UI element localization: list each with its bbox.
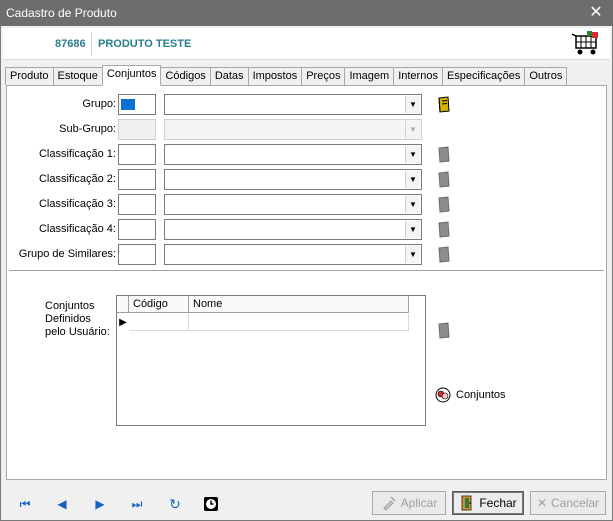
next-record-icon[interactable]: ▶ — [90, 495, 110, 513]
classificacao-3-code-input[interactable] — [118, 194, 156, 215]
book-icon[interactable] — [437, 171, 451, 189]
book-icon[interactable] — [437, 221, 451, 239]
grupo-select[interactable]: ▼ — [164, 94, 422, 115]
cancel-button[interactable]: ✕ Cancelar — [530, 491, 606, 515]
row-classificacao-3: Classificação 3: ▼ — [7, 194, 606, 216]
book-icon[interactable] — [437, 196, 451, 214]
refresh-icon[interactable]: ↻ — [165, 495, 185, 513]
grid-cell-nome[interactable] — [189, 314, 409, 331]
tab-datas[interactable]: Datas — [209, 67, 249, 85]
chevron-down-icon[interactable]: ▼ — [405, 171, 420, 188]
close-icon[interactable]: ✕ — [587, 4, 605, 22]
shopping-cart-icon — [572, 31, 598, 55]
previous-record-icon[interactable]: ◀ — [52, 495, 72, 513]
chevron-down-icon[interactable]: ▼ — [405, 246, 420, 263]
chevron-down-icon[interactable]: ▼ — [405, 146, 420, 163]
title-bar: Cadastro de Produto ✕ — [0, 0, 613, 26]
classificacao-4-label: Classificação 4: — [38, 223, 116, 235]
row-grupo-similares: Grupo de Similares: ▼ — [7, 244, 606, 266]
row-subgrupo: Sub-Grupo: ▼ — [7, 119, 606, 141]
tab-internos[interactable]: Internos — [393, 67, 443, 85]
classificacao-1-label: Classificação 1: — [38, 148, 116, 160]
conjuntos-panel: Grupo: ▼ Sub-Grupo: ▼ Classificação 1: ▼… — [6, 85, 607, 480]
user-sets-grid[interactable]: Código Nome ▶ — [116, 295, 426, 426]
clock-icon[interactable] — [203, 496, 219, 512]
grid-header-nome[interactable]: Nome — [189, 296, 409, 313]
tab-codigos[interactable]: Códigos — [160, 67, 211, 85]
conjuntos-button[interactable]: Conjuntos — [435, 387, 506, 403]
footer-bar: ⏮ ◀ ▶ ⏭ ↻ Aplicar Fechar ✕ Cancelar — [1, 487, 612, 521]
tab-impostos[interactable]: Impostos — [247, 67, 303, 85]
apply-button[interactable]: Aplicar — [372, 491, 446, 515]
user-sets-label: Conjuntos Definidos pelo Usuário: — [45, 300, 110, 338]
door-icon — [461, 495, 472, 511]
classificacao-2-label: Classificação 2: — [38, 173, 116, 185]
tab-especificacoes[interactable]: Especificações — [441, 67, 526, 85]
classificacao-3-select[interactable]: ▼ — [164, 194, 422, 215]
grid-header-codigo[interactable]: Código — [129, 296, 189, 313]
tab-precos[interactable]: Preços — [301, 67, 346, 85]
book-icon[interactable] — [437, 322, 451, 340]
classificacao-2-select[interactable]: ▼ — [164, 169, 422, 190]
tab-conjuntos[interactable]: Conjuntos — [101, 65, 162, 86]
grid-corner-header — [117, 296, 129, 313]
window-title: Cadastro de Produto — [6, 6, 117, 20]
tab-outros[interactable]: Outros — [524, 67, 568, 85]
grupo-code-input[interactable] — [118, 94, 156, 115]
grupo-label: Grupo: — [82, 98, 116, 110]
tab-produto[interactable]: Produto — [5, 67, 54, 85]
classificacao-2-code-input[interactable] — [118, 169, 156, 190]
row-classificacao-2: Classificação 2: ▼ — [7, 169, 606, 191]
header-separator — [91, 32, 92, 56]
book-icon[interactable] — [437, 96, 451, 114]
classificacao-4-code-input[interactable] — [118, 219, 156, 240]
chevron-down-icon[interactable]: ▼ — [405, 196, 420, 213]
grupo-similares-label: Grupo de Similares: — [18, 248, 116, 260]
chevron-down-icon[interactable]: ▼ — [405, 96, 420, 113]
classificacao-3-label: Classificação 3: — [38, 198, 116, 210]
section-divider — [9, 270, 604, 272]
book-icon[interactable] — [437, 146, 451, 164]
row-classificacao-1: Classificação 1: ▼ — [7, 144, 606, 166]
subgrupo-label: Sub-Grupo: — [59, 123, 116, 135]
chevron-down-icon[interactable]: ▼ — [405, 221, 420, 238]
tab-imagem[interactable]: Imagem — [344, 67, 395, 85]
row-grupo: Grupo: ▼ — [7, 94, 606, 116]
product-header: 87686 PRODUTO TESTE — [3, 28, 610, 60]
grupo-similares-code-input[interactable] — [118, 244, 156, 265]
book-icon[interactable] — [437, 246, 451, 264]
conjuntos-button-label: Conjuntos — [456, 389, 506, 401]
chevron-down-icon[interactable]: ▼ — [405, 121, 420, 138]
classificacao-1-select[interactable]: ▼ — [164, 144, 422, 165]
tab-estoque[interactable]: Estoque — [52, 67, 103, 85]
classificacao-1-code-input[interactable] — [118, 144, 156, 165]
product-code: 87686 — [55, 38, 86, 50]
subgrupo-select[interactable]: ▼ — [164, 119, 422, 140]
classificacao-4-select[interactable]: ▼ — [164, 219, 422, 240]
row-classificacao-4: Classificação 4: ▼ — [7, 219, 606, 241]
product-window: 87686 PRODUTO TESTE Produto Estoque Conj… — [0, 26, 613, 521]
apply-icon — [382, 496, 396, 511]
tab-strip: Produto Estoque Conjuntos Códigos Datas … — [5, 65, 568, 86]
product-name: PRODUTO TESTE — [98, 38, 192, 50]
close-button[interactable]: Fechar — [452, 491, 524, 515]
last-record-icon[interactable]: ⏭ — [127, 495, 147, 513]
first-record-icon[interactable]: ⏮ — [15, 495, 35, 513]
row-indicator-icon: ▶ — [119, 317, 127, 328]
grid-cell-codigo[interactable] — [129, 314, 189, 331]
subgrupo-code-input[interactable] — [118, 119, 156, 140]
sets-icon — [435, 387, 451, 403]
cancel-icon: ✕ — [536, 496, 548, 510]
grupo-similares-select[interactable]: ▼ — [164, 244, 422, 265]
